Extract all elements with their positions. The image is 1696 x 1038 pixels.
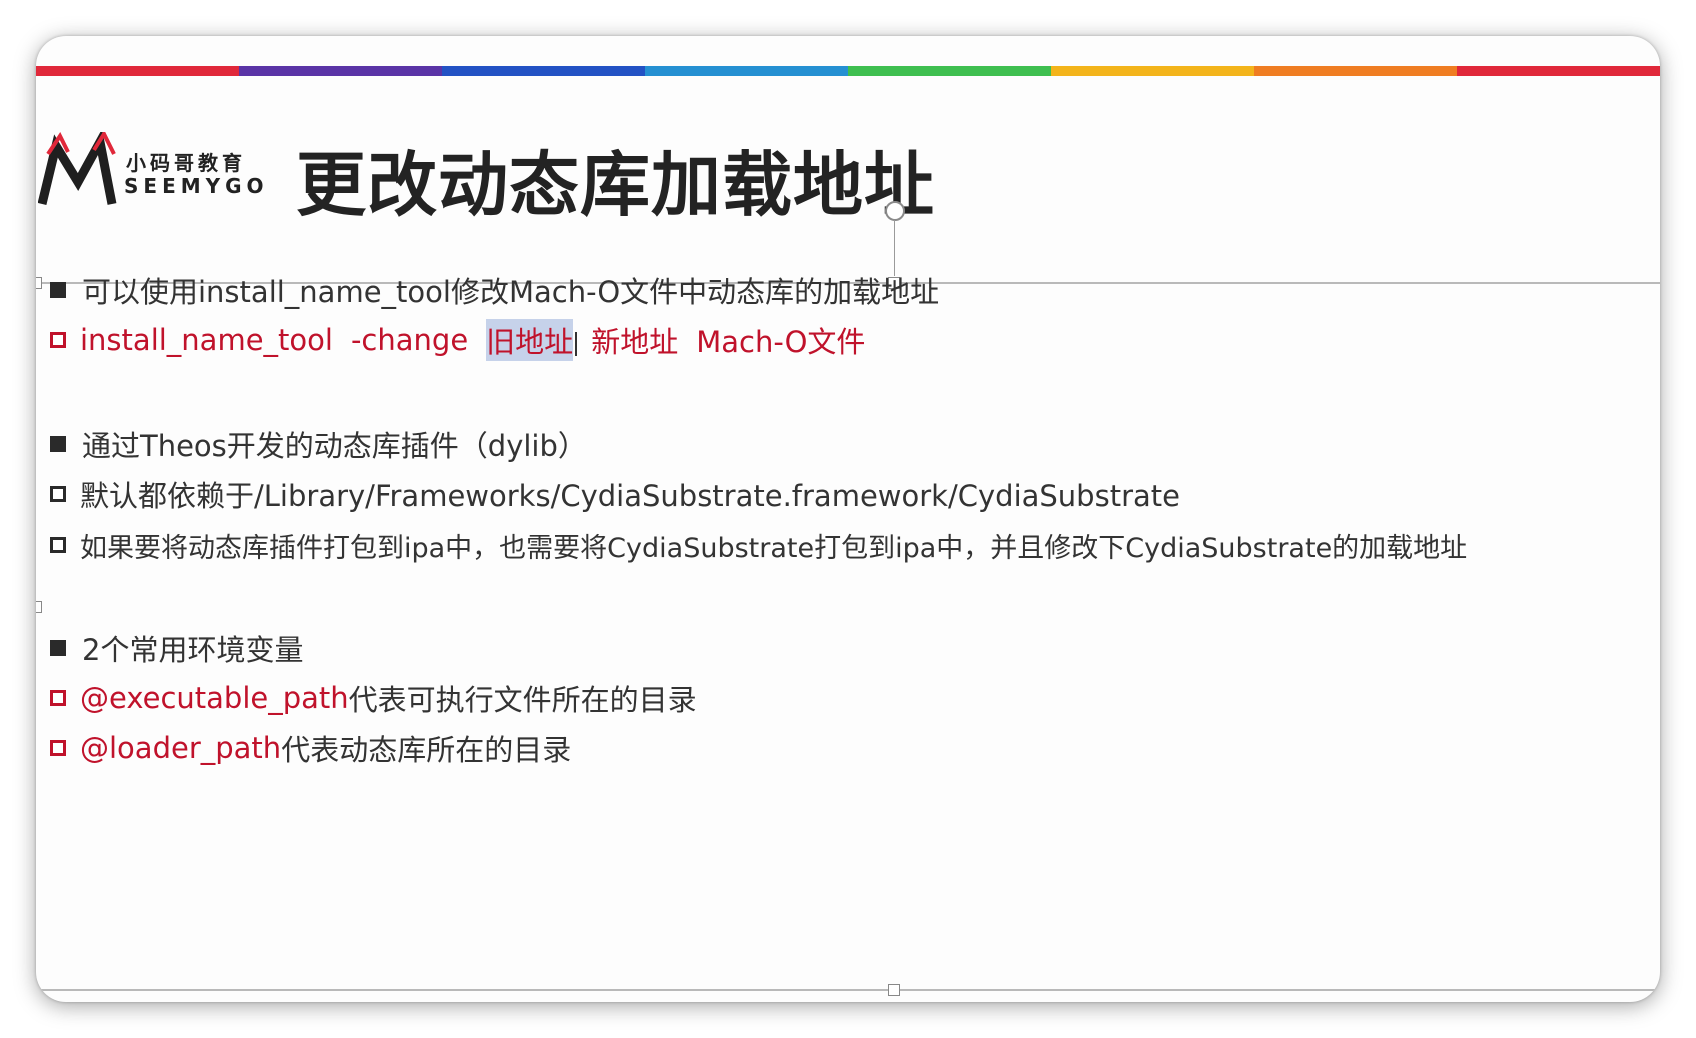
env-var-line: @loader_path 代表动态库所在的目录: [50, 726, 571, 770]
rainbow-segment: [442, 66, 645, 76]
slide-title[interactable]: 更改动态库加载地址: [296, 129, 935, 230]
sub-bullet-line: 如果要将动态库插件打包到ipa中，也需要将CydiaSubstrate打包到ip…: [50, 523, 1467, 567]
resize-handle-top-left[interactable]: [36, 277, 42, 289]
m-logo-icon: [38, 132, 117, 206]
bullet-line: 可以使用install_name_tool修改Mach-O文件中动态库的加载地址: [50, 268, 939, 312]
square-filled-bullet-icon: [50, 640, 66, 656]
env-var-line: @executable_path 代表可执行文件所在的目录: [50, 676, 697, 720]
bullet-line: 通过Theos开发的动态库插件（dylib）: [50, 422, 587, 466]
old-address-selected: 旧地址: [486, 319, 574, 361]
rainbow-segment: [239, 66, 442, 76]
rainbow-segment: [1457, 66, 1660, 76]
square-filled-bullet-icon: [50, 282, 66, 298]
env-var-name: @executable_path: [80, 681, 349, 715]
selection-border-bottom: [36, 989, 1660, 991]
logo-cn-text: 小码哥教育: [126, 151, 246, 175]
env-var-desc: 代表可执行文件所在的目录: [348, 683, 697, 717]
line-text: 如果要将动态库插件打包到ipa中，也需要将CydiaSubstrate打包到ip…: [80, 532, 1468, 564]
line-text: 可以使用install_name_tool修改Mach-O文件中动态库的加载地址: [82, 275, 940, 309]
resize-handle-middle-left[interactable]: [36, 601, 42, 613]
command-line: install_name_tool -change 旧地址 新地址 Mach-O…: [50, 318, 865, 362]
rainbow-segment: [848, 66, 1051, 76]
square-hollow-bullet-icon: [50, 740, 66, 756]
line-text: 2个常用环境变量: [82, 633, 304, 667]
square-hollow-bullet-icon: [50, 537, 66, 553]
seemygo-logo: 小码哥教育 SEEMYGO: [38, 132, 268, 212]
text-cursor-icon: [575, 332, 577, 356]
sub-bullet-line: 默认都依赖于/Library/Frameworks/CydiaSubstrate…: [50, 472, 1180, 516]
bullet-line: 2个常用环境变量: [50, 626, 303, 670]
rotate-handle-icon[interactable]: [885, 201, 905, 221]
line-text: 通过Theos开发的动态库插件（dylib）: [82, 429, 587, 463]
square-hollow-bullet-icon: [50, 332, 66, 348]
rainbow-segment: [36, 66, 239, 76]
square-filled-bullet-icon: [50, 436, 66, 452]
new-address: 新地址: [591, 325, 679, 359]
rainbow-segment: [1254, 66, 1457, 76]
command-flag: -change: [350, 323, 469, 357]
rainbow-segment: [645, 66, 848, 76]
square-hollow-bullet-icon: [50, 486, 66, 502]
macho-file: Mach-O文件: [696, 325, 866, 359]
rainbow-segment: [1051, 66, 1254, 76]
slide-frame: 小码哥教育 SEEMYGO 更改动态库加载地址 可以使用install_name…: [36, 36, 1660, 1002]
env-var-desc: 代表动态库所在的目录: [281, 733, 572, 767]
env-var-name: @loader_path: [80, 731, 282, 765]
command-name: install_name_tool: [80, 323, 333, 357]
line-text: 默认都依赖于/Library/Frameworks/CydiaSubstrate…: [80, 479, 1180, 513]
resize-handle-bottom-center[interactable]: [888, 984, 900, 996]
rainbow-header-bar: [36, 66, 1660, 76]
logo-en-text: SEEMYGO: [124, 174, 269, 198]
square-hollow-bullet-icon: [50, 690, 66, 706]
